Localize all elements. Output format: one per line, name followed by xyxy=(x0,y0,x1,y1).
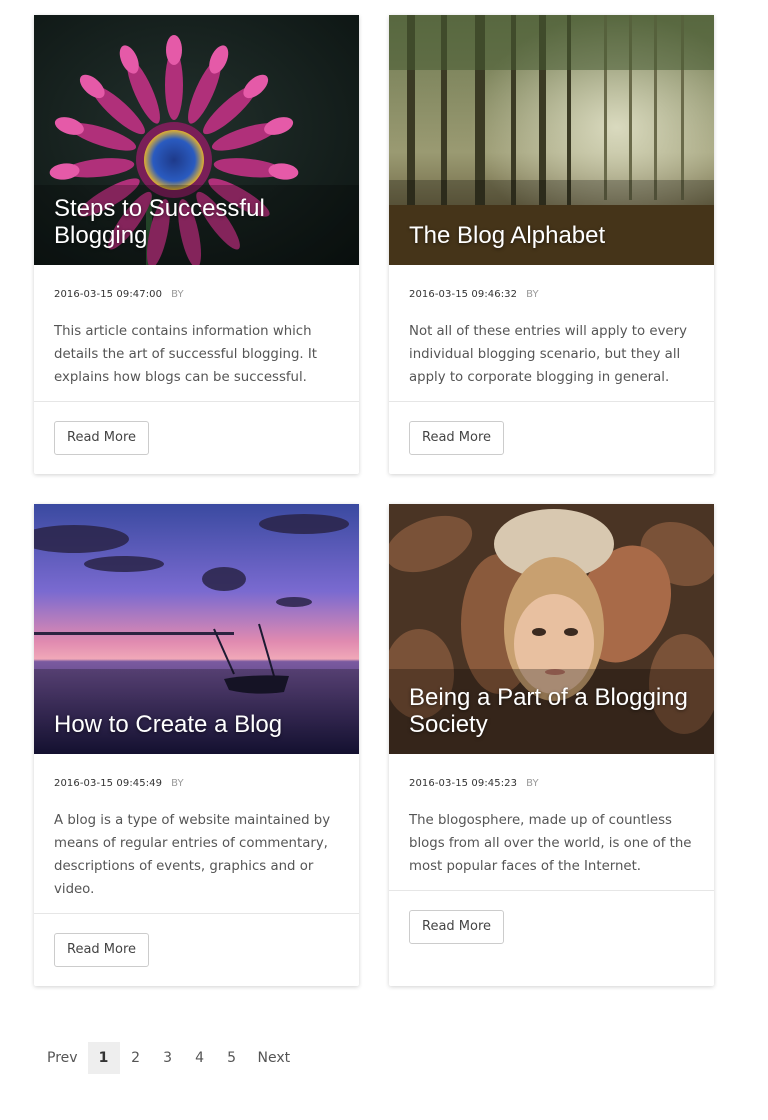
post-image-forest[interactable]: The Blog Alphabet xyxy=(389,15,714,265)
pagination-next[interactable]: Next xyxy=(248,1042,301,1074)
post-author-label: BY xyxy=(526,289,539,300)
post-meta: 2016-03-15 09:46:32 BY xyxy=(389,265,714,303)
blog-card: Being a Part of a Blogging Society 2016-… xyxy=(389,504,714,986)
post-title[interactable]: Steps to Successful Blogging xyxy=(54,195,345,249)
post-date: 2016-03-15 09:46:32 xyxy=(409,289,518,300)
post-author-label: BY xyxy=(171,289,184,300)
post-date: 2016-03-15 09:47:00 xyxy=(54,289,163,300)
post-title[interactable]: Being a Part of a Blogging Society xyxy=(409,684,700,738)
pagination-prev[interactable]: Prev xyxy=(37,1042,88,1074)
pagination-page-2[interactable]: 2 xyxy=(120,1042,152,1074)
pagination-page-1[interactable]: 1 xyxy=(87,1042,120,1074)
post-excerpt: A blog is a type of website maintained b… xyxy=(54,813,331,897)
pagination-page-4[interactable]: 4 xyxy=(184,1042,216,1074)
read-more-button[interactable]: Read More xyxy=(54,421,150,455)
post-excerpt: The blogosphere, made up of countless bl… xyxy=(409,813,692,874)
read-more-button[interactable]: Read More xyxy=(409,421,505,455)
read-more-button[interactable]: Read More xyxy=(409,910,505,944)
pagination-page-5[interactable]: 5 xyxy=(216,1042,248,1074)
card-footer: Read More xyxy=(34,401,359,474)
read-more-button[interactable]: Read More xyxy=(54,933,150,967)
post-title[interactable]: The Blog Alphabet xyxy=(409,222,700,249)
blog-card: Steps to Successful Blogging 2016-03-15 … xyxy=(34,15,359,474)
post-date: 2016-03-15 09:45:49 xyxy=(54,778,163,789)
post-date: 2016-03-15 09:45:23 xyxy=(409,778,518,789)
post-image-flower[interactable]: Steps to Successful Blogging xyxy=(34,15,359,265)
card-footer: Read More xyxy=(34,913,359,986)
card-footer: Read More xyxy=(389,890,714,963)
post-author-label: BY xyxy=(526,778,539,789)
blog-card: The Blog Alphabet 2016-03-15 09:46:32 BY … xyxy=(389,15,714,474)
post-title[interactable]: How to Create a Blog xyxy=(54,711,345,738)
pagination: Prev 1 2 3 4 5 Next xyxy=(37,1042,300,1074)
post-author-label: BY xyxy=(171,778,184,789)
post-excerpt: This article contains information which … xyxy=(54,324,318,385)
blog-card: How to Create a Blog 2016-03-15 09:45:49… xyxy=(34,504,359,986)
post-image-sunset[interactable]: How to Create a Blog xyxy=(34,504,359,754)
post-image-child-leaves[interactable]: Being a Part of a Blogging Society xyxy=(389,504,714,754)
pagination-page-3[interactable]: 3 xyxy=(152,1042,184,1074)
post-meta: 2016-03-15 09:45:23 BY xyxy=(389,754,714,792)
post-meta: 2016-03-15 09:45:49 BY xyxy=(34,754,359,792)
post-excerpt: Not all of these entries will apply to e… xyxy=(409,324,687,385)
card-footer: Read More xyxy=(389,401,714,474)
post-meta: 2016-03-15 09:47:00 BY xyxy=(34,265,359,303)
